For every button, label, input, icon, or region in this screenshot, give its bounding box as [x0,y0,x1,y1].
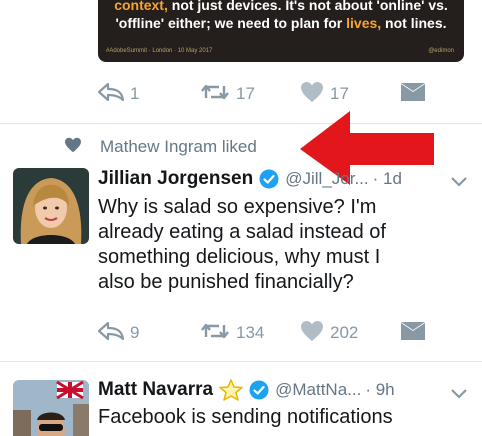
envelope-icon [400,321,426,346]
envelope-icon [400,82,426,107]
tweet-header: Jillian Jorgensen @Jill_Jor... · 1d [98,166,402,192]
like-button[interactable]: 17 [300,81,349,107]
tweet-text-line: Facebook is sending notifications [98,406,393,428]
retweet-count: 134 [236,323,265,342]
retweet-button[interactable]: 17 [200,81,255,107]
tweet-text: Facebook is sending notifications [98,405,393,430]
heart-icon [300,81,324,108]
direct-message-button[interactable] [400,81,426,107]
reply-count: 9 [130,323,140,342]
reply-icon [97,82,125,106]
user-handle[interactable]: @MattNa... [275,380,361,400]
verified-badge-icon [249,380,269,400]
tweet-actions: 1 17 17 [97,81,438,107]
verified-badge-icon [259,169,279,189]
reply-button[interactable]: 9 [97,320,140,346]
retweet-button[interactable]: 134 [200,320,264,346]
tweet-divider [0,361,482,362]
tweet-text-line: already eating a salad instead of [98,221,386,243]
tweet-media-image[interactable]: context, not just devices. It's not abou… [98,0,464,62]
tweet-actions: 9 134 202 [97,320,438,346]
avatar-matt[interactable] [13,380,89,436]
reply-button[interactable]: 1 [97,81,140,107]
tweet-timestamp[interactable]: · 9h [365,380,394,400]
tweet-text-line: also be punished financially? [98,271,354,293]
tweet-header: Matt Navarra @MattNa... · 9h [98,377,395,403]
media-footer-caption: #AdobeSummit · London · 10 May 2017 [106,48,213,54]
display-name[interactable]: Jillian Jorgensen [98,168,253,190]
social-context[interactable]: Mathew Ingram liked [64,135,257,159]
twitter-timeline: context, not just devices. It's not abou… [0,0,482,436]
display-name[interactable]: Matt Navarra [98,379,213,401]
avatar-jillian[interactable] [13,168,89,244]
star-icon [219,379,243,401]
retweet-icon [200,321,230,346]
user-handle[interactable]: @Jill_Jor... [285,169,368,189]
retweet-count: 17 [236,84,255,103]
media-footer-handle: @edimon [428,48,454,54]
like-count: 202 [330,323,359,342]
tweet-text: Why is salad so expensive? I'm already e… [98,195,386,295]
reply-count: 1 [130,84,140,103]
chevron-down-icon[interactable] [451,174,467,192]
tweet-timestamp[interactable]: · 1d [373,169,402,189]
social-context-text: Mathew Ingram liked [100,137,257,156]
retweet-icon [200,82,230,107]
media-text-line-2: 'offline' either; we need to plan for li… [115,15,447,31]
like-button[interactable]: 202 [300,320,358,346]
direct-message-button[interactable] [400,320,426,346]
reply-icon [97,321,125,345]
tweet-text-line: Why is salad so expensive? I'm [98,196,377,218]
like-count: 17 [330,84,349,103]
heart-icon [300,320,324,347]
tweet-text-line: something delicious, why must I [98,246,381,268]
heart-icon [64,137,82,158]
media-text-line-1: context, not just devices. It's not abou… [114,0,448,13]
chevron-down-icon[interactable] [451,386,467,404]
